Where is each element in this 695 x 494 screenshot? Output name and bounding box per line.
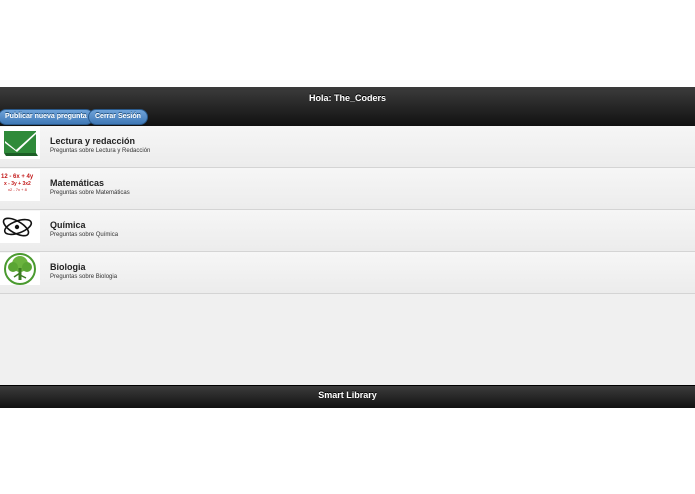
tree-icon — [0, 253, 40, 285]
header-bar: Hola: The_Coders Publicar nueva pregunta… — [0, 87, 695, 127]
atom-icon — [0, 211, 40, 243]
category-title: Matemáticas — [50, 178, 105, 188]
app-page: Hola: The_Coders Publicar nueva pregunta… — [0, 87, 695, 408]
category-title: Lectura y redacción — [50, 136, 136, 146]
list-item-matematicas[interactable]: 12 - 6x + 4y x - 3y + 3x2 x2 - 7x + 8 Ma… — [0, 168, 695, 210]
category-list: Lectura y redacción Preguntas sobre Lect… — [0, 126, 695, 294]
category-description: Preguntas sobre Matemáticas — [50, 190, 130, 196]
math-line-1: 12 - 6x + 4y — [1, 174, 34, 180]
logout-button[interactable]: Cerrar Sesión — [88, 109, 148, 125]
category-title: Química — [50, 220, 86, 230]
category-description: Preguntas sobre Lectura y Redacción — [50, 148, 151, 154]
footer-bar: Smart Library — [0, 385, 695, 408]
list-item-lectura[interactable]: Lectura y redacción Preguntas sobre Lect… — [0, 126, 695, 168]
footer-title: Smart Library — [318, 390, 377, 400]
math-formula-icon: 12 - 6x + 4y x - 3y + 3x2 x2 - 7x + 8 — [0, 169, 40, 201]
page-title: Hola: The_Coders — [308, 93, 386, 103]
publish-question-button[interactable]: Publicar nueva pregunta — [0, 109, 94, 125]
book-icon — [0, 127, 40, 159]
list-item-biologia[interactable]: Biologia Preguntas sobre Biologia — [0, 252, 695, 294]
category-title: Biologia — [50, 262, 86, 272]
category-description: Preguntas sobre Biologia — [50, 274, 118, 280]
category-description: Preguntas sobre Química — [50, 232, 119, 238]
math-line-3: x2 - 7x + 8 — [8, 187, 28, 192]
list-item-quimica[interactable]: Química Preguntas sobre Química — [0, 210, 695, 252]
